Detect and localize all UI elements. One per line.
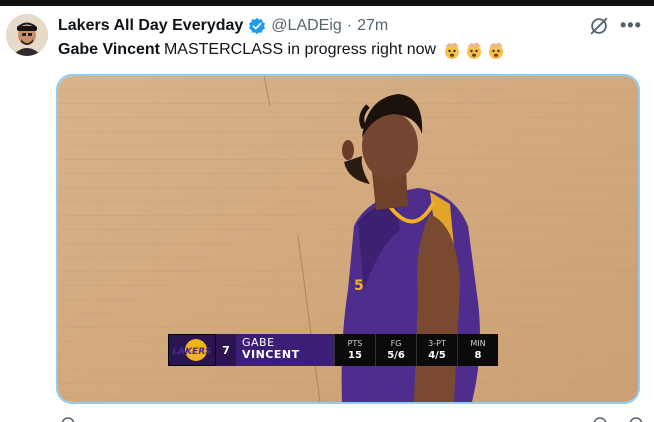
- tweet-timestamp[interactable]: 27m: [357, 17, 388, 35]
- player-name: GABE VINCENT: [236, 334, 334, 366]
- stat-label: MIN: [470, 339, 486, 348]
- author-handle[interactable]: @LADEig: [271, 17, 342, 35]
- team-logo-text: LAKERS: [172, 347, 211, 357]
- stat-3pt: 3-PT 4/5: [416, 334, 457, 366]
- author-name[interactable]: Lakers All Day Everyday: [58, 17, 243, 35]
- player-scorebug: LAKERS 7 GABE VINCENT PTS 15 FG 5/6 3-PT…: [168, 334, 498, 366]
- exploding-head-emoji: [445, 42, 460, 59]
- top-bar: [0, 0, 654, 6]
- tweet-header: Lakers All Day Everyday @LADEig · 27m: [58, 15, 388, 37]
- stat-columns: PTS 15 FG 5/6 3-PT 4/5 MIN 8: [334, 334, 498, 366]
- author-avatar[interactable]: [6, 14, 48, 56]
- action-bar-peek: [61, 417, 643, 422]
- stat-label: PTS: [347, 339, 363, 348]
- tweet-media-video[interactable]: 5 LAKERS 7 GABE VINCENT PTS 15 FG 5/6 3-…: [56, 74, 640, 404]
- verified-badge-icon: [249, 17, 266, 35]
- player-last-name: VINCENT: [242, 348, 300, 361]
- tweet-text: Gabe Vincent MASTERCLASS in progress rig…: [58, 40, 506, 60]
- header-separator: ·: [346, 17, 353, 34]
- tweet-text-body: MASTERCLASS in progress right now: [163, 41, 437, 58]
- stat-value: 8: [474, 350, 482, 361]
- avatar-image: [6, 14, 48, 56]
- jersey-number: 7: [216, 334, 236, 366]
- lakers-logo-icon: LAKERS: [168, 334, 216, 366]
- stat-label: FG: [390, 339, 402, 348]
- stat-value: 5/6: [387, 350, 405, 361]
- tweet-text-bold: Gabe Vincent: [58, 41, 160, 58]
- stat-fg: FG 5/6: [375, 334, 416, 366]
- grok-icon[interactable]: [588, 15, 610, 37]
- stat-pts: PTS 15: [334, 334, 375, 366]
- stat-label: 3-PT: [428, 339, 446, 348]
- svg-text:5: 5: [354, 278, 364, 294]
- exploding-head-emoji: [489, 42, 504, 59]
- exploding-head-emoji: [467, 42, 482, 59]
- stat-value: 15: [348, 350, 362, 361]
- stat-value: 4/5: [428, 350, 446, 361]
- stat-min: MIN 8: [457, 334, 498, 366]
- more-icon[interactable]: •••: [620, 15, 642, 36]
